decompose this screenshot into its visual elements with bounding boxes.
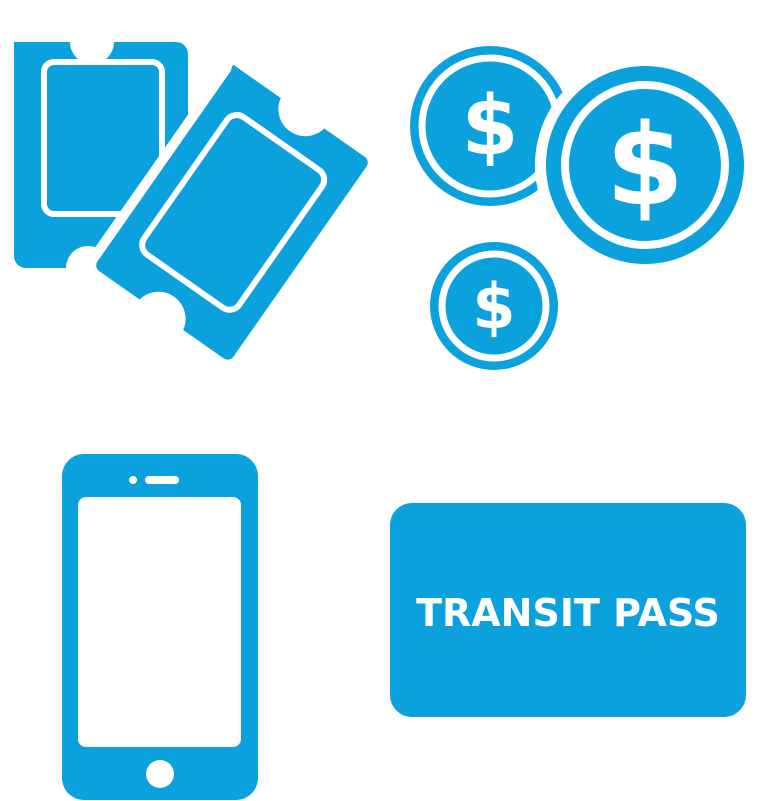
- dollar-sign: $: [461, 79, 518, 174]
- transit-pass-label: TRANSIT PASS: [416, 591, 720, 635]
- dollar-sign: $: [606, 101, 684, 231]
- phone-speaker: [145, 476, 179, 484]
- dollar-sign: $: [472, 270, 515, 343]
- smartphone-icon: [62, 454, 258, 800]
- phone-camera: [129, 476, 137, 484]
- phone-home-button: [146, 760, 174, 788]
- fare-payment-icons: $ $ $ TRANSIT PASS: [14, 42, 755, 800]
- phone-screen: [78, 497, 241, 747]
- coins-icon: $ $ $: [410, 46, 755, 370]
- coin-small-lower: $: [430, 242, 558, 370]
- transit-pass-card-icon: TRANSIT PASS: [390, 503, 746, 717]
- tickets-icon: [14, 42, 378, 370]
- coin-large: $: [535, 55, 755, 275]
